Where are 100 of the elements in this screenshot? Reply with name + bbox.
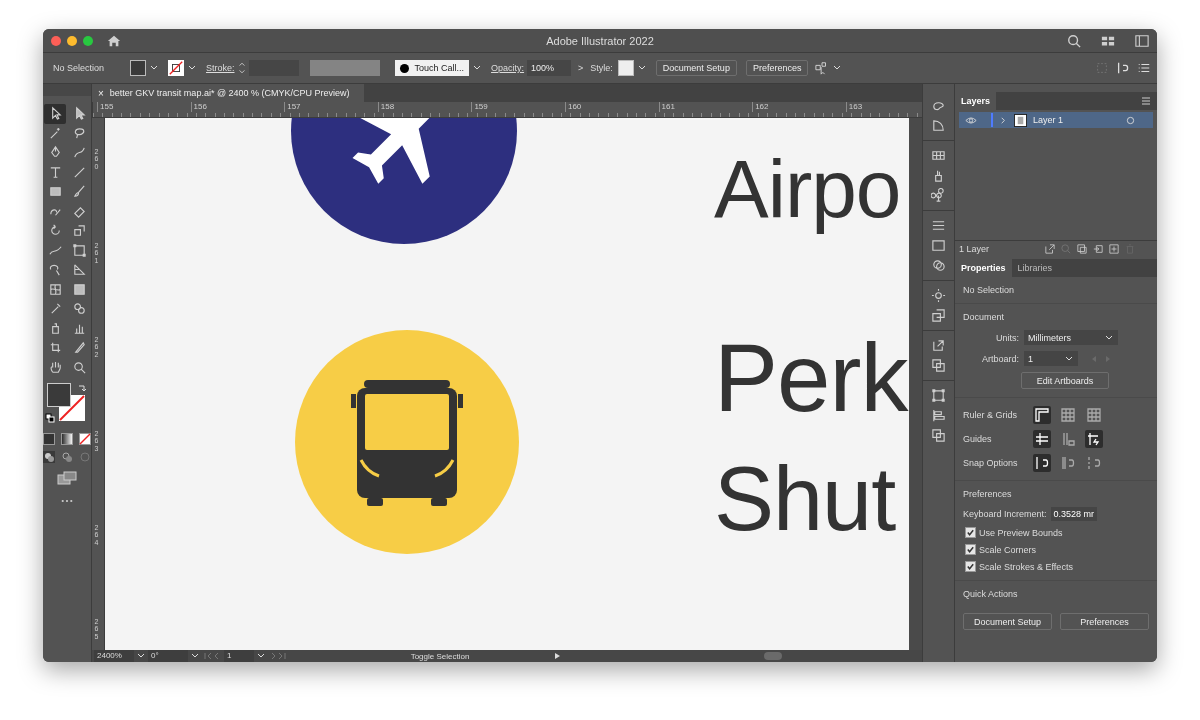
- units-label: Units:: [995, 332, 1019, 343]
- stepper-icon[interactable]: [237, 60, 246, 76]
- section-heading: Quick Actions: [963, 589, 1019, 599]
- more-tools-icon[interactable]: [61, 499, 73, 503]
- grid-toggle[interactable]: [1059, 406, 1077, 424]
- keyboard-increment-field[interactable]: 0.3528 mr: [1050, 507, 1098, 521]
- checkbox[interactable]: [965, 544, 976, 555]
- snap-icon[interactable]: [1116, 61, 1130, 75]
- gradient-swatch-icon[interactable]: [931, 118, 946, 133]
- ruler-number: 159: [471, 102, 565, 112]
- ruler-number: 157: [284, 102, 378, 112]
- fill-swatch[interactable]: [130, 60, 146, 76]
- club-icon[interactable]: [931, 188, 946, 203]
- transparency-grid-toggle[interactable]: [1085, 406, 1103, 424]
- pathfinder-icon[interactable]: [931, 428, 946, 443]
- ruler-toggle[interactable]: [1033, 406, 1051, 424]
- keyboard-increment-label: Keyboard Increment:: [963, 509, 1047, 519]
- eye-icon[interactable]: [965, 115, 977, 125]
- layer-thumbnail: [1014, 113, 1027, 127]
- default-colors-icon[interactable]: [45, 413, 55, 423]
- guides-toggle[interactable]: [1033, 430, 1051, 448]
- ruler-number: 158: [377, 102, 472, 112]
- lines-icon[interactable]: [931, 218, 946, 233]
- opacity-label[interactable]: Opacity:: [491, 63, 525, 73]
- layer-count: 1 Layer: [959, 244, 990, 254]
- overlapping-circles-icon[interactable]: [931, 258, 946, 273]
- minimize-window-button[interactable]: [67, 35, 77, 46]
- panel-layout-icon[interactable]: [1135, 33, 1149, 48]
- ruler-number: 161: [658, 102, 753, 112]
- checkbox[interactable]: [965, 561, 976, 572]
- export-icon[interactable]: [931, 338, 946, 353]
- artboard-field[interactable]: 1: [224, 650, 254, 662]
- panel-tab[interactable]: Properties: [955, 259, 1012, 277]
- snap-pixel-toggle[interactable]: [1059, 454, 1077, 472]
- stroke-label[interactable]: Stroke:: [206, 63, 235, 73]
- window-title: Adobe Illustrator 2022: [546, 34, 654, 47]
- layers-tab[interactable]: Layers: [955, 92, 997, 110]
- none-mode-icon[interactable]: [79, 433, 91, 445]
- opacity-arrow[interactable]: >: [578, 63, 584, 73]
- color-mode-icon[interactable]: [43, 433, 55, 445]
- fill-color-swatch[interactable]: [47, 383, 71, 407]
- artboard-label: Artboard:: [980, 353, 1019, 364]
- units-dropdown[interactable]: Millimeters: [1024, 330, 1118, 345]
- close-window-button[interactable]: [51, 35, 61, 46]
- rotation-field[interactable]: 0°: [148, 650, 188, 662]
- zoom-window-button[interactable]: [83, 35, 93, 46]
- selection-status: No Selection: [963, 285, 1016, 295]
- style-swatch[interactable]: [617, 60, 634, 76]
- panel-tab[interactable]: Libraries: [1011, 259, 1059, 277]
- artboard-dropdown[interactable]: 1: [1024, 351, 1078, 366]
- style-label: Style:: [590, 63, 613, 73]
- section-heading: Preferences: [963, 489, 1013, 499]
- home-icon[interactable]: [107, 33, 121, 48]
- menu-icon[interactable]: [1141, 96, 1151, 106]
- section-heading: Document: [963, 312, 1006, 322]
- ruler-number: 155: [97, 102, 191, 112]
- close-tab-button[interactable]: ×: [98, 87, 104, 99]
- quick-action-button[interactable]: Document Setup: [963, 613, 1052, 630]
- layer-row[interactable]: Layer 1: [959, 112, 1153, 128]
- copy-squares-icon[interactable]: [931, 358, 946, 373]
- option-label: Snap Options: [963, 458, 1019, 468]
- checkbox-label: Use Preview Bounds: [979, 527, 1063, 538]
- snap-point-toggle[interactable]: [1033, 454, 1051, 472]
- ruler-number: 156: [190, 102, 285, 112]
- edit-artboards-button[interactable]: Edit Artboards: [1021, 372, 1109, 389]
- status-action[interactable]: Toggle Selection: [330, 651, 550, 661]
- vertical-scrollbar[interactable]: [909, 118, 922, 650]
- opacity-field[interactable]: 100%: [527, 60, 572, 76]
- align-icon[interactable]: [931, 408, 946, 423]
- option-label: Ruler & Grids: [963, 410, 1018, 420]
- stroke-swatch[interactable]: [168, 60, 184, 76]
- export-icon[interactable]: [1045, 244, 1055, 254]
- chevron-icon[interactable]: [999, 115, 1008, 125]
- sun-icon[interactable]: [931, 288, 946, 303]
- swatches-icon[interactable]: [931, 148, 946, 163]
- list-icon[interactable]: [1137, 61, 1151, 75]
- target-icon[interactable]: [1126, 115, 1135, 125]
- smart-guides-toggle[interactable]: [1085, 430, 1103, 448]
- quick-action-button[interactable]: Preferences: [1060, 613, 1149, 630]
- control-bar-button[interactable]: Document Setup: [655, 60, 737, 76]
- overlap-squares-icon[interactable]: [931, 308, 946, 323]
- control-bar-button[interactable]: Preferences: [745, 60, 809, 76]
- transform-icon[interactable]: [931, 388, 946, 403]
- selection-status: No Selection: [52, 63, 106, 73]
- checkbox[interactable]: [965, 527, 976, 538]
- screen-mode-icon[interactable]: [57, 471, 77, 485]
- document-tab[interactable]: × better GKV transit map.ai* @ 2400 % (CMYK/CPU Preview): [92, 84, 364, 102]
- snap-glyph-toggle[interactable]: [1085, 454, 1103, 472]
- zoom-field[interactable]: 2400%: [94, 650, 134, 662]
- ruler-number: 162: [752, 102, 846, 112]
- draw-normal-icon[interactable]: [43, 451, 55, 463]
- swap-icon[interactable]: [77, 383, 87, 393]
- ruler-number: 160: [564, 102, 659, 112]
- brush-dropdown[interactable]: Touch Call...: [394, 60, 470, 76]
- clipping-mask-icon[interactable]: [1077, 244, 1087, 254]
- checkbox-label: Scale Corners: [979, 544, 1037, 555]
- new-layer-icon[interactable]: [1109, 244, 1119, 254]
- draw-behind-icon[interactable]: [61, 451, 73, 463]
- new-sublayer-icon[interactable]: [1093, 244, 1103, 254]
- gradient-mode-icon[interactable]: [61, 433, 73, 445]
